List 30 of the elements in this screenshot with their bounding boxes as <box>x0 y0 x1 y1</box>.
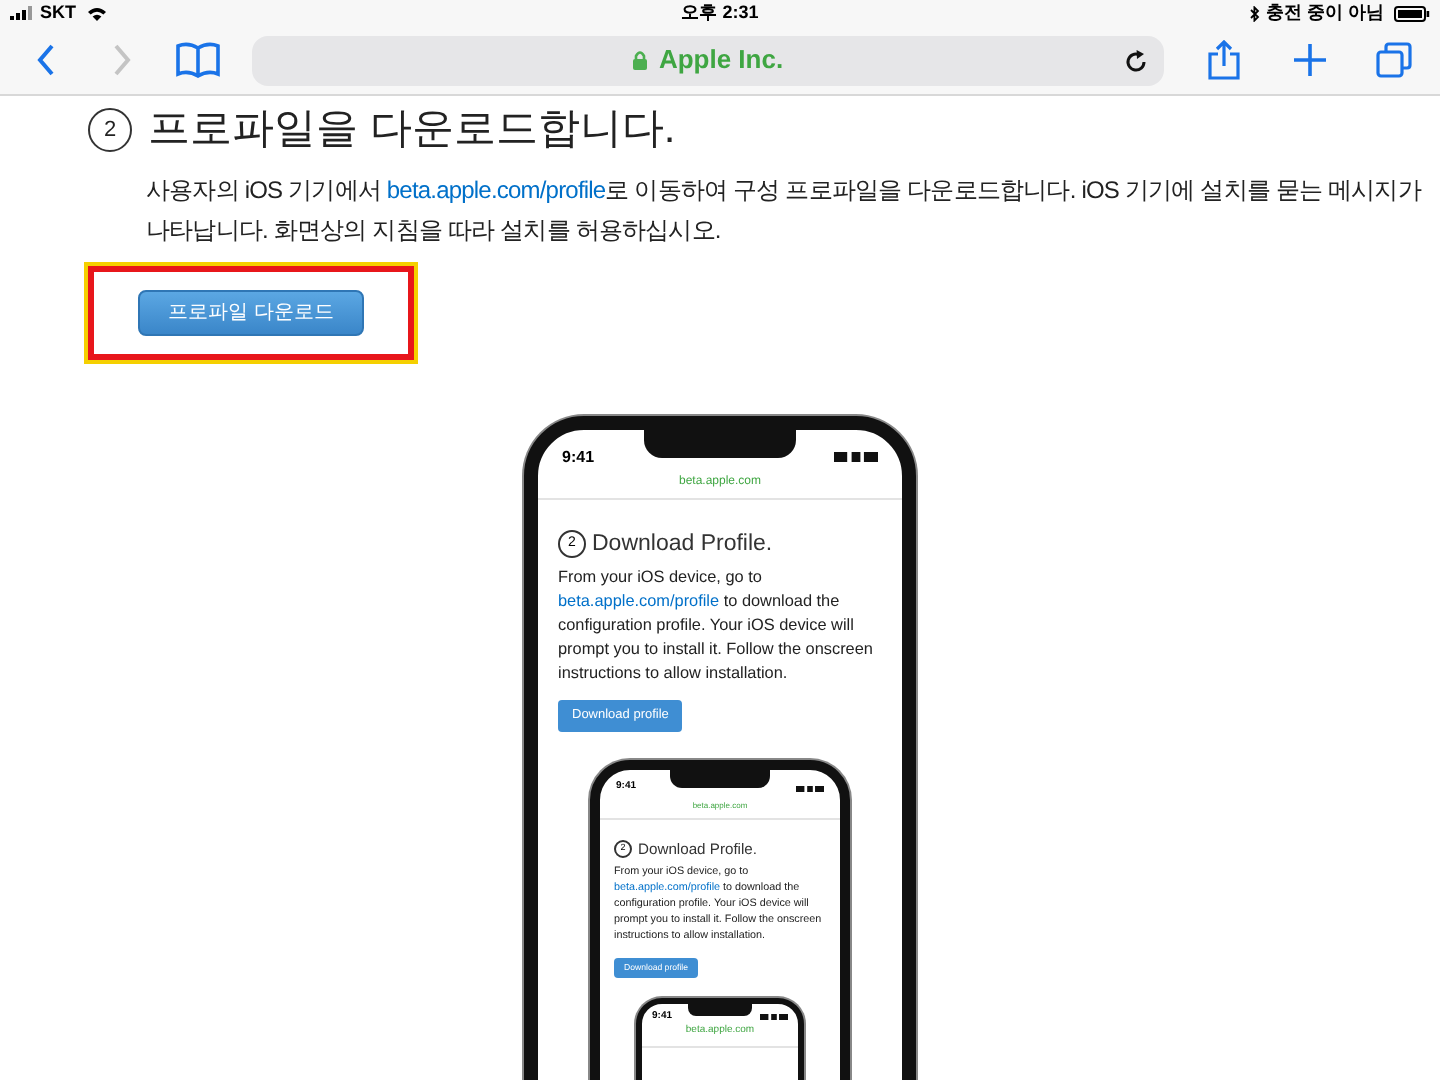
charging-status: 충전 중이 아님 <box>1265 0 1384 26</box>
profile-link[interactable]: beta.apple.com/profile <box>386 175 606 203</box>
step-description: 사용자의 iOS 기기에서 beta.apple.com/profile로 이동하여 구성 프로파일을 다운로드합니다. iOS 기기에 설치를 묻는 메시지가 나타납니다. 화면상의 지침을 따라 설치를 허용하십시오. <box>146 173 1424 247</box>
phone-status-icons <box>760 1014 788 1021</box>
signal-icon <box>10 6 34 20</box>
phone-step-title: Download Profile. <box>592 529 773 559</box>
battery-icon <box>1394 5 1430 21</box>
add-icon[interactable] <box>1292 42 1328 78</box>
phone-notch <box>688 1004 752 1017</box>
phone-url-text: beta.apple.com/profile <box>558 591 720 610</box>
download-profile-button[interactable]: 프로파일 다운로드 <box>138 289 364 335</box>
share-icon[interactable] <box>1208 40 1240 80</box>
phone-status-icons <box>834 452 878 462</box>
phone-status-icons <box>796 785 824 791</box>
book-icon[interactable] <box>176 42 220 78</box>
phone-step-description: From your iOS device, go to beta.apple.com/profile to download the configuration profile. Your iOS device will prompt you to install it. Follow the onscreen instructions to allow installation. <box>558 565 875 686</box>
site-name: Apple Inc. <box>658 42 784 79</box>
bluetooth-icon <box>1249 5 1260 21</box>
step-title: 프로파일을 다운로드합니다. <box>148 104 676 156</box>
address-bar[interactable]: Apple Inc. <box>252 35 1164 85</box>
clock-time: 오후 2:31 <box>679 0 761 26</box>
reload-icon[interactable] <box>1124 49 1148 73</box>
lock-icon <box>632 50 649 70</box>
carrier-name: SKT <box>40 0 76 26</box>
phone-notch <box>670 769 770 787</box>
wifi-icon <box>86 5 108 21</box>
back-icon[interactable] <box>36 44 56 76</box>
tabs-icon[interactable] <box>1376 42 1412 78</box>
step-number: 2 <box>88 107 132 152</box>
phone-time: 9:41 <box>562 445 595 469</box>
